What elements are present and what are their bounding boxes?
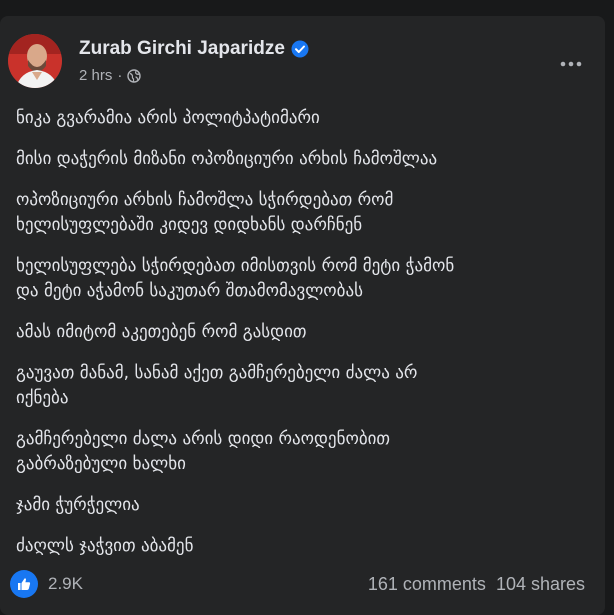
post-footer: 2.9K 161 comments 104 shares bbox=[10, 568, 585, 600]
post-header: Zurab Girchi Japaridze 2 hrs · bbox=[8, 34, 589, 88]
more-options-icon bbox=[560, 61, 582, 67]
shares-count[interactable]: 104 shares bbox=[496, 574, 585, 595]
post-text: ნიკა გვარამია არის პოლიტპატიმარი მისი და… bbox=[16, 106, 589, 575]
comments-count[interactable]: 161 comments bbox=[368, 574, 486, 595]
author-name[interactable]: Zurab Girchi Japaridze bbox=[79, 38, 285, 60]
post-paragraph: ოპოზიციური არხის ჩამოშლა სჭირდებათ რომ ხ… bbox=[16, 190, 394, 235]
post-paragraph: ხელისუფლება სჭირდებათ იმისთვის რომ მეტი … bbox=[16, 256, 455, 301]
post-paragraph: ჯამი ჭურჭელია bbox=[16, 495, 140, 515]
post-paragraph: მისი დაჭერის მიზანი ოპოზიციური არხის ჩამ… bbox=[16, 149, 438, 169]
thumbs-up-icon[interactable] bbox=[10, 570, 38, 598]
post-stats: 161 comments 104 shares bbox=[368, 574, 585, 595]
post-timestamp[interactable]: 2 hrs bbox=[79, 67, 112, 84]
post-meta: 2 hrs · bbox=[79, 67, 142, 84]
post-paragraph: ნიკა გვარამია არის პოლიტპატიმარი bbox=[16, 108, 320, 128]
post-paragraph: ამას იმიტომ აკეთებენ რომ გასდით bbox=[16, 322, 307, 342]
author-line: Zurab Girchi Japaridze bbox=[79, 38, 309, 60]
verified-badge-icon bbox=[291, 40, 309, 58]
post-paragraph: ძაღლს ჯაჭვით აბამენ bbox=[16, 536, 194, 556]
globe-icon[interactable] bbox=[127, 68, 142, 83]
avatar-image bbox=[8, 34, 62, 88]
post-paragraph: გამჩერებელი ძალა არის დიდი რაოდენობით გა… bbox=[16, 429, 391, 474]
more-options-button[interactable] bbox=[553, 46, 589, 82]
author-avatar[interactable] bbox=[8, 34, 62, 88]
post-paragraph: გაუვათ მანამ, სანამ აქეთ გამჩერებელი ძალ… bbox=[16, 363, 418, 408]
post-card: Zurab Girchi Japaridze 2 hrs · ნიკა გვარ… bbox=[0, 16, 605, 615]
meta-separator: · bbox=[117, 67, 123, 84]
reaction-count[interactable]: 2.9K bbox=[48, 574, 83, 594]
